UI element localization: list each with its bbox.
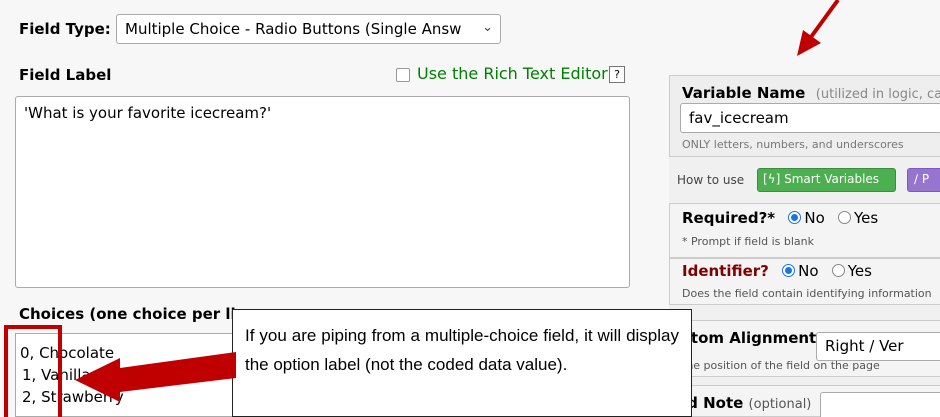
identifier-no-radio[interactable]	[782, 264, 796, 277]
chevron-down-icon: ⌄	[482, 20, 493, 35]
variable-name-subtitle: (utilized in logic, ca	[815, 87, 940, 102]
field-type-label: Field Type:	[19, 20, 111, 38]
required-help: * Prompt if field is blank	[682, 235, 815, 248]
variable-name-help: ONLY letters, numbers, and underscores	[682, 138, 904, 151]
help-button[interactable]: ?	[609, 66, 625, 83]
alignment-help: the position of the field on the page	[682, 359, 880, 372]
choices-highlight-box	[4, 325, 62, 417]
required-box: Required?* No Yes * Prompt if field is b…	[669, 203, 940, 258]
variable-name-input[interactable]: fav_icecream	[680, 103, 940, 133]
required-yes-radio[interactable]	[838, 211, 852, 224]
rich-text-checkbox[interactable]	[396, 68, 410, 82]
how-to-use-label: How to use	[677, 173, 745, 187]
required-title: Required?*	[682, 209, 776, 227]
piping-button[interactable]: ∕ P	[907, 168, 940, 192]
identifier-yes-radio[interactable]	[831, 264, 845, 277]
identifier-box: Identifier? No Yes Does the field contai…	[669, 258, 940, 305]
field-label-textarea[interactable]: 'What is your favorite icecream?'	[15, 96, 630, 288]
field-type-value: Multiple Choice - Radio Buttons (Single …	[125, 20, 462, 38]
identifier-help: Does the field contain identifying infor…	[682, 287, 932, 300]
annotation-callout: If you are piping from a multiple-choice…	[232, 309, 692, 417]
arrow-down-icon	[797, 0, 840, 56]
field-note-box: ld Note (optional)	[669, 385, 940, 417]
identifier-yes-label[interactable]: Yes	[848, 262, 872, 280]
choices-heading: Choices (one choice per lin	[19, 305, 247, 323]
identifier-no-label[interactable]: No	[798, 262, 818, 280]
field-type-select[interactable]: Multiple Choice - Radio Buttons (Single …	[116, 14, 501, 44]
smart-variables-button[interactable]: [ϟ] Smart Variables	[757, 168, 896, 192]
alignment-title: stom Alignment	[682, 329, 817, 347]
rich-text-label[interactable]: Use the Rich Text Editor	[417, 64, 608, 83]
identifier-title: Identifier?	[682, 262, 769, 280]
alignment-box: stom Alignment Right / Ver the position …	[669, 320, 940, 377]
field-note-input[interactable]	[820, 392, 940, 417]
required-no-label[interactable]: No	[804, 209, 824, 227]
alignment-select[interactable]: Right / Ver	[816, 332, 940, 361]
field-note-optional: (optional)	[748, 397, 812, 412]
field-note-row: ld Note (optional)	[682, 394, 811, 412]
variable-name-box: Variable Name (utilized in logic, ca fav…	[669, 75, 940, 157]
required-no-radio[interactable]	[788, 211, 802, 224]
field-label-heading: Field Label	[19, 66, 112, 84]
required-yes-label[interactable]: Yes	[854, 209, 878, 227]
identifier-row: Identifier? No Yes	[682, 262, 872, 280]
variable-name-title: Variable Name (utilized in logic, ca	[682, 84, 940, 102]
required-row: Required?* No Yes	[682, 209, 878, 227]
